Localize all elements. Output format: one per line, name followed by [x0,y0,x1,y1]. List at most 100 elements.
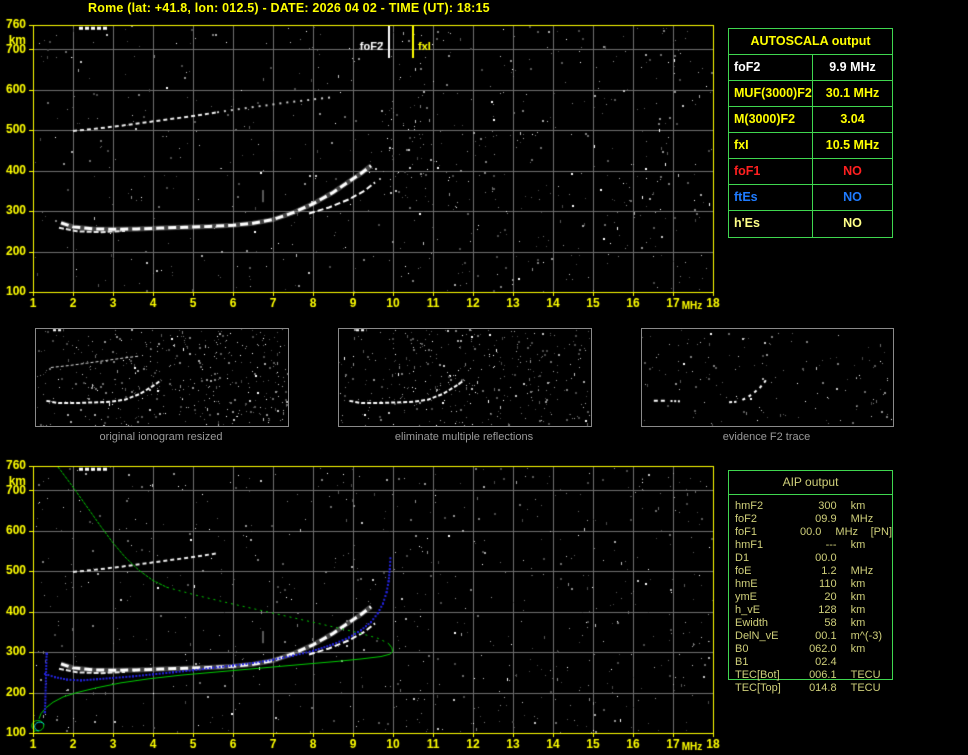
thumbnail-evidence-f2 [641,328,894,427]
autoscala-table-rows: foF2 9.9 MHz MUF(3000)F2 30.1 MHz M(3000… [729,55,892,237]
parameter-unit: MHz [850,513,874,525]
parameter-name: B0 [735,643,749,655]
table-row: hmF2 300 km [735,500,892,513]
aip-table-rows: hmF2 300 km foF2 09.9 MHz foF1 00.0 MHz … [729,495,892,695]
parameter-value: 10.5 MHz [825,138,880,152]
parameter-value: 062.0 [809,643,837,655]
autoscala-app-window: { "header": { "title": "Rome (lat: +41.8… [0,0,968,755]
parameter-name: h_vE [735,604,761,616]
parameter-value: NO [843,190,862,204]
parameter-name: TEC[Top] [735,682,781,694]
parameter-value: 00.0 [799,526,822,538]
parameter-value: 006.1 [809,669,837,681]
thumbnail-caption-original: original ionogram resized [99,431,223,443]
parameter-name: D1 [735,552,750,564]
parameter-value: NO [843,164,862,178]
parameter-value: 300 [818,500,837,512]
parameter-label: h'Es [729,211,813,237]
parameter-label: foF2 [729,55,813,80]
parameter-unit: km [850,604,866,616]
parameter-value: 58 [824,617,837,629]
table-row: foF1 00.0 MHz [PN] [735,526,892,539]
table-row: D1 00.0 [735,552,892,565]
parameter-unit [851,552,892,565]
parameter-name: foF1 [735,526,758,538]
parameter-value: 9.9 MHz [829,60,876,74]
parameter-value: 110 [819,578,837,590]
table-row: foF2 9.9 MHz [729,55,892,81]
parameter-unit: m^(-3) [850,630,883,642]
parameter-label: M(3000)F2 [729,107,813,132]
table-row: foF1 NO [729,159,892,185]
parameter-unit: km [850,539,866,551]
parameter-value: 02.4 [815,656,837,668]
parameter-unit: TECU [850,682,881,694]
parameter-unit: km [850,591,866,603]
autoscala-output-table: AUTOSCALA output foF2 9.9 MHz MUF(3000)F… [728,28,893,238]
parameter-name: hmF1 [735,539,764,551]
parameter-value: 00.1 [815,630,837,642]
table-row: MUF(3000)F2 30.1 MHz [729,81,892,107]
parameter-name: foF2 [735,513,758,525]
parameter-value: 30.1 MHz [825,86,880,100]
parameter-label: ftEs [729,185,813,210]
parameter-label: fxI [729,133,813,158]
parameter-value: --- [825,539,837,551]
parameter-name: DelN_vE [735,630,779,642]
parameter-name: TEC[Bot] [735,669,780,681]
parameter-value: NO [843,216,862,230]
parameter-name: hmF2 [735,500,764,512]
table-row: ymE 20 km [735,591,892,604]
parameter-value: 3.04 [840,112,865,126]
table-row: TEC[Bot] 006.1 TECU [735,669,892,682]
aip-table-title: AIP output [729,471,892,495]
table-row: h_vE 128 km [735,604,892,617]
table-row: foF2 09.9 MHz [735,513,892,526]
parameter-unit: TECU [850,669,881,681]
parameter-label: foF1 [729,159,813,184]
table-row: fxI 10.5 MHz [729,133,892,159]
table-row: M(3000)F2 3.04 [729,107,892,133]
table-row: Ewidth 58 km [735,617,892,630]
table-row: TEC[Top] 014.8 TECU [735,682,892,695]
parameter-value: 20 [824,591,837,603]
parameter-name: hmE [735,578,758,590]
aip-output-table: AIP output hmF2 300 km foF2 09.9 MHz foF… [728,470,893,694]
thumbnail-eliminate-reflections [338,328,592,427]
thumbnail-caption-eliminate: eliminate multiple reflections [394,431,534,443]
parameter-value: 00.0 [815,552,837,564]
bottom-ionogram-plot [0,455,730,755]
table-row: foE 1.2 MHz [735,565,892,578]
parameter-note: [PN] [870,526,893,538]
parameter-value: 09.9 [815,513,837,525]
parameter-value: 1.2 [821,565,837,577]
thumbnail-eliminate-canvas [339,329,591,426]
parameter-name: Ewidth [735,617,769,629]
parameter-name: foE [735,565,752,577]
parameter-name: ymE [735,591,757,603]
table-row: ftEs NO [729,185,892,211]
table-row: hmE 110 km [735,578,892,591]
parameter-value: 128 [818,604,837,616]
parameter-unit: MHz [835,526,859,538]
thumbnail-caption-evidence: evidence F2 trace [722,431,811,443]
top-ionogram-plot [0,15,730,315]
parameter-unit: km [850,643,866,655]
thumbnail-evidence-canvas [642,329,893,426]
page-title: Rome (lat: +41.8, lon: 012.5) - DATE: 20… [88,1,490,15]
parameter-unit: km [850,578,866,590]
parameter-value: 014.8 [809,682,837,694]
parameter-unit: MHz [850,565,874,577]
thumbnail-original-ionogram [35,328,289,427]
parameter-unit [851,656,892,669]
parameter-unit: km [850,617,866,629]
thumbnail-original-canvas [36,329,288,426]
table-row: DelN_vE 00.1 m^(-3) [735,630,892,643]
parameter-unit: km [850,500,866,512]
parameter-label: MUF(3000)F2 [729,81,813,106]
table-row: hmF1 --- km [735,539,892,552]
table-row: B1 02.4 [735,656,892,669]
autoscala-table-title: AUTOSCALA output [729,29,892,55]
table-row: B0 062.0 km [735,643,892,656]
parameter-name: B1 [735,656,749,668]
